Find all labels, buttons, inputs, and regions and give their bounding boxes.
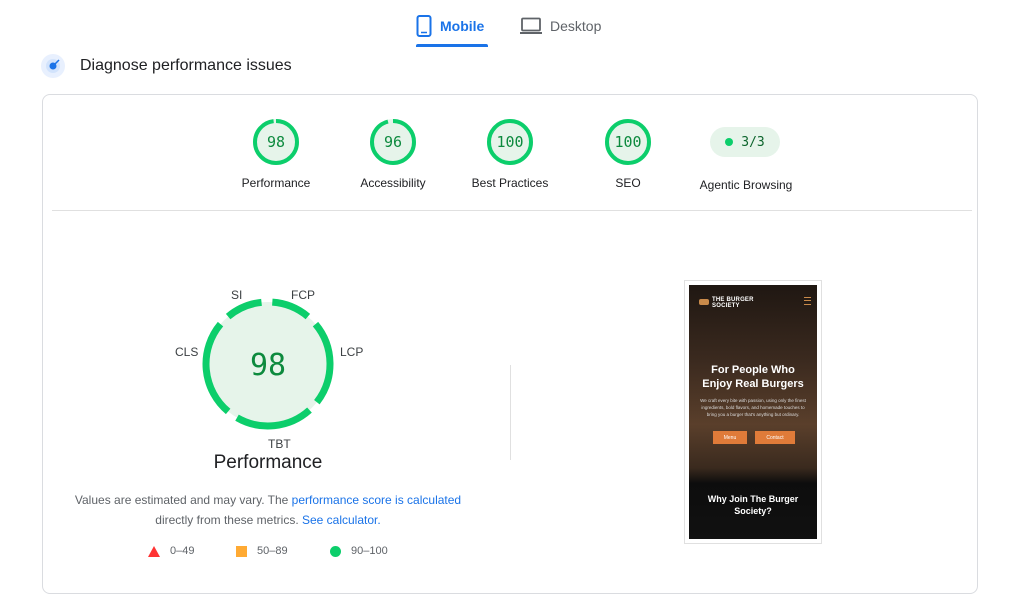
desktop-icon	[520, 17, 542, 34]
page-screenshot-preview[interactable]: THE BURGER SOCIETY For People Who Enjoy …	[684, 280, 822, 544]
metric-label-si: SI	[231, 288, 243, 302]
pass-dot-icon	[725, 138, 734, 146]
legend-fail-range: 0–49	[170, 545, 195, 557]
see-calculator-link[interactable]: See calculator.	[302, 513, 381, 527]
metric-label-lcp: LCP	[340, 345, 364, 359]
performance-title: Performance	[213, 452, 323, 473]
preview-section-title: Why Join The Burger Society?	[707, 494, 799, 516]
divider	[52, 210, 972, 211]
preview-hero-text: We craft every bite with passion, using …	[700, 398, 806, 417]
legend-average-range: 50–89	[257, 545, 288, 557]
gauge-best-practices-score: 100	[496, 133, 523, 151]
gauge-seo-score: 100	[614, 133, 641, 151]
metric-label-tbt: TBT	[268, 437, 291, 451]
performance-score: 98	[250, 348, 286, 383]
gauge-seo-label: SEO	[615, 176, 641, 190]
agentic-browsing-label: Agentic Browsing	[699, 178, 793, 192]
tab-desktop-label: Desktop	[550, 18, 602, 34]
metric-label-fcp: FCP	[291, 288, 315, 302]
burger-logo-icon	[699, 299, 709, 305]
legend-average: 50–89	[236, 545, 288, 557]
legend-pass: 90–100	[330, 545, 388, 557]
gauge-performance-ring: 98	[253, 119, 299, 165]
agentic-browsing-value: 3/3	[741, 134, 765, 150]
score-calculated-link[interactable]: performance score is calculated	[292, 493, 461, 507]
pass-circle-icon	[330, 545, 341, 557]
diagnose-header: Diagnose performance issues	[40, 52, 292, 80]
preview-logo-text: THE BURGER SOCIETY	[712, 297, 754, 309]
average-square-icon	[236, 545, 247, 557]
fail-triangle-icon	[148, 545, 160, 557]
hamburger-menu-icon	[804, 297, 811, 305]
performance-gauge: 98	[202, 298, 334, 430]
metric-label-cls: CLS	[175, 345, 199, 359]
gauge-accessibility-ring: 96	[370, 119, 416, 165]
gauge-best-practices-ring: 100	[487, 119, 533, 165]
gauge-performance-score: 98	[267, 133, 285, 151]
preview-menu-button: Menu	[713, 431, 747, 444]
gauge-accessibility-label: Accessibility	[360, 176, 426, 190]
diagnose-icon	[41, 54, 65, 78]
gauge-seo[interactable]: 100 SEO	[568, 118, 688, 190]
gauge-accessibility-score: 96	[384, 133, 402, 151]
gauge-performance[interactable]: 98 Performance	[216, 118, 336, 190]
preview-hero-title: For People Who Enjoy Real Burgers	[702, 364, 804, 390]
gauge-best-practices[interactable]: 100 Best Practices	[450, 118, 570, 190]
device-tabs: Mobile Desktop	[0, 0, 1024, 48]
preview-screen: THE BURGER SOCIETY For People Who Enjoy …	[689, 285, 817, 539]
active-tab-indicator	[416, 44, 488, 47]
smartphone-icon	[416, 15, 432, 37]
gauge-best-practices-label: Best Practices	[471, 176, 549, 190]
estimate-text-2: directly from these metrics.	[155, 513, 302, 527]
estimate-text-1: Values are estimated and may vary. The	[74, 493, 292, 507]
vertical-divider	[510, 365, 511, 460]
legend-pass-range: 90–100	[351, 545, 388, 557]
gauge-performance-label: Performance	[241, 176, 311, 190]
tab-mobile-label: Mobile	[440, 18, 485, 34]
section-title: Diagnose performance issues	[80, 57, 292, 74]
gauge-accessibility[interactable]: 96 Accessibility	[333, 118, 453, 190]
preview-contact-button: Contact	[755, 431, 795, 444]
tab-mobile[interactable]: Mobile	[416, 8, 484, 44]
agentic-browsing-badge[interactable]: 3/3	[710, 127, 780, 157]
legend-fail: 0–49	[148, 545, 194, 557]
estimate-note: Values are estimated and may vary. The p…	[60, 490, 476, 530]
tab-desktop[interactable]: Desktop	[520, 8, 601, 44]
gauge-seo-ring: 100	[605, 119, 651, 165]
